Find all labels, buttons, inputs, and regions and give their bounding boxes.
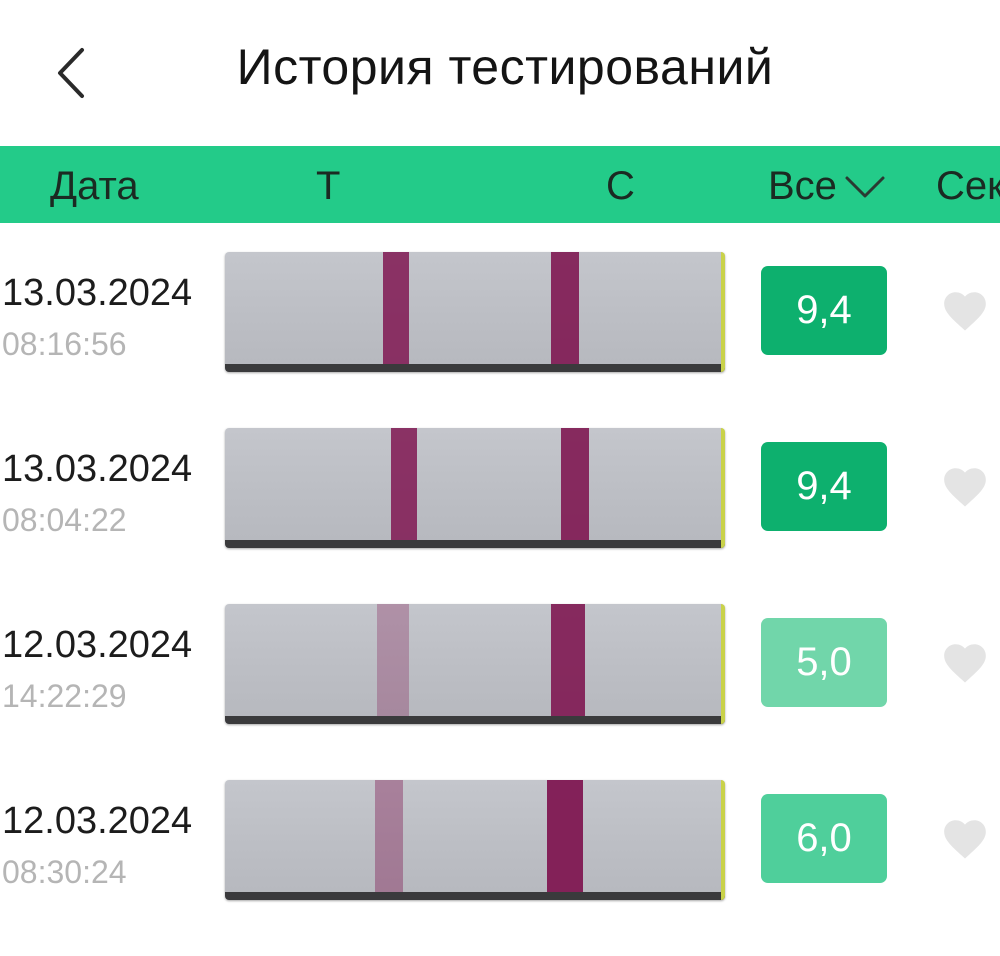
filter-label: Все: [768, 164, 837, 208]
test-date: 13.03.2024: [2, 448, 193, 490]
favorite-button[interactable]: [940, 814, 990, 864]
heart-icon: [944, 468, 986, 507]
chevron-down-icon: [845, 176, 885, 198]
test-time: 08:16:56: [2, 326, 127, 362]
strip-edge-mark: [721, 428, 725, 548]
c-line: [551, 252, 579, 372]
test-strip-image[interactable]: [225, 780, 725, 900]
list-item[interactable]: 13.03.2024 08:16:56 9,4: [0, 252, 1000, 428]
score-badge[interactable]: 6,0: [761, 794, 887, 883]
score-badge[interactable]: 5,0: [761, 618, 887, 707]
heart-icon: [944, 820, 986, 859]
t-line: [383, 252, 409, 372]
test-strip-image[interactable]: [225, 252, 725, 372]
column-c: С: [606, 164, 635, 208]
test-date: 13.03.2024: [2, 272, 193, 314]
list-item[interactable]: 12.03.2024 14:22:29 5,0: [0, 604, 1000, 780]
heart-icon: [944, 644, 986, 683]
heart-icon: [944, 292, 986, 331]
strip-edge-mark: [721, 604, 725, 724]
page-title: История тестирований: [236, 39, 774, 95]
column-extra: Сек: [936, 164, 1000, 208]
filter-dropdown[interactable]: Все: [768, 164, 885, 209]
test-time: 08:30:24: [2, 854, 127, 890]
favorite-button[interactable]: [940, 286, 990, 336]
t-line: [377, 604, 409, 724]
favorite-button[interactable]: [940, 638, 990, 688]
c-line: [561, 428, 589, 548]
test-time: 14:22:29: [2, 678, 127, 714]
strip-edge-shadow: [225, 540, 725, 548]
top-bar: История тестирований: [0, 0, 1000, 146]
strip-edge-mark: [721, 780, 725, 900]
list-item[interactable]: 13.03.2024 08:04:22 9,4: [0, 428, 1000, 604]
t-line: [375, 780, 403, 900]
strip-edge-shadow: [225, 892, 725, 900]
list-item[interactable]: 12.03.2024 08:30:24 6,0: [0, 780, 1000, 956]
favorite-button[interactable]: [940, 462, 990, 512]
strip-edge-shadow: [225, 716, 725, 724]
score-badge[interactable]: 9,4: [761, 442, 887, 531]
score-badge[interactable]: 9,4: [761, 266, 887, 355]
column-header-bar: Дата Т С Все Сек: [0, 146, 1000, 223]
strip-edge-mark: [721, 252, 725, 372]
t-line: [391, 428, 417, 548]
strip-edge-shadow: [225, 364, 725, 372]
column-t: Т: [316, 164, 341, 208]
test-time: 08:04:22: [2, 502, 127, 538]
test-date: 12.03.2024: [2, 624, 193, 666]
test-date: 12.03.2024: [2, 800, 193, 842]
test-strip-image[interactable]: [225, 604, 725, 724]
column-date: Дата: [50, 164, 139, 208]
c-line: [551, 604, 585, 724]
c-line: [547, 780, 583, 900]
test-strip-image[interactable]: [225, 428, 725, 548]
